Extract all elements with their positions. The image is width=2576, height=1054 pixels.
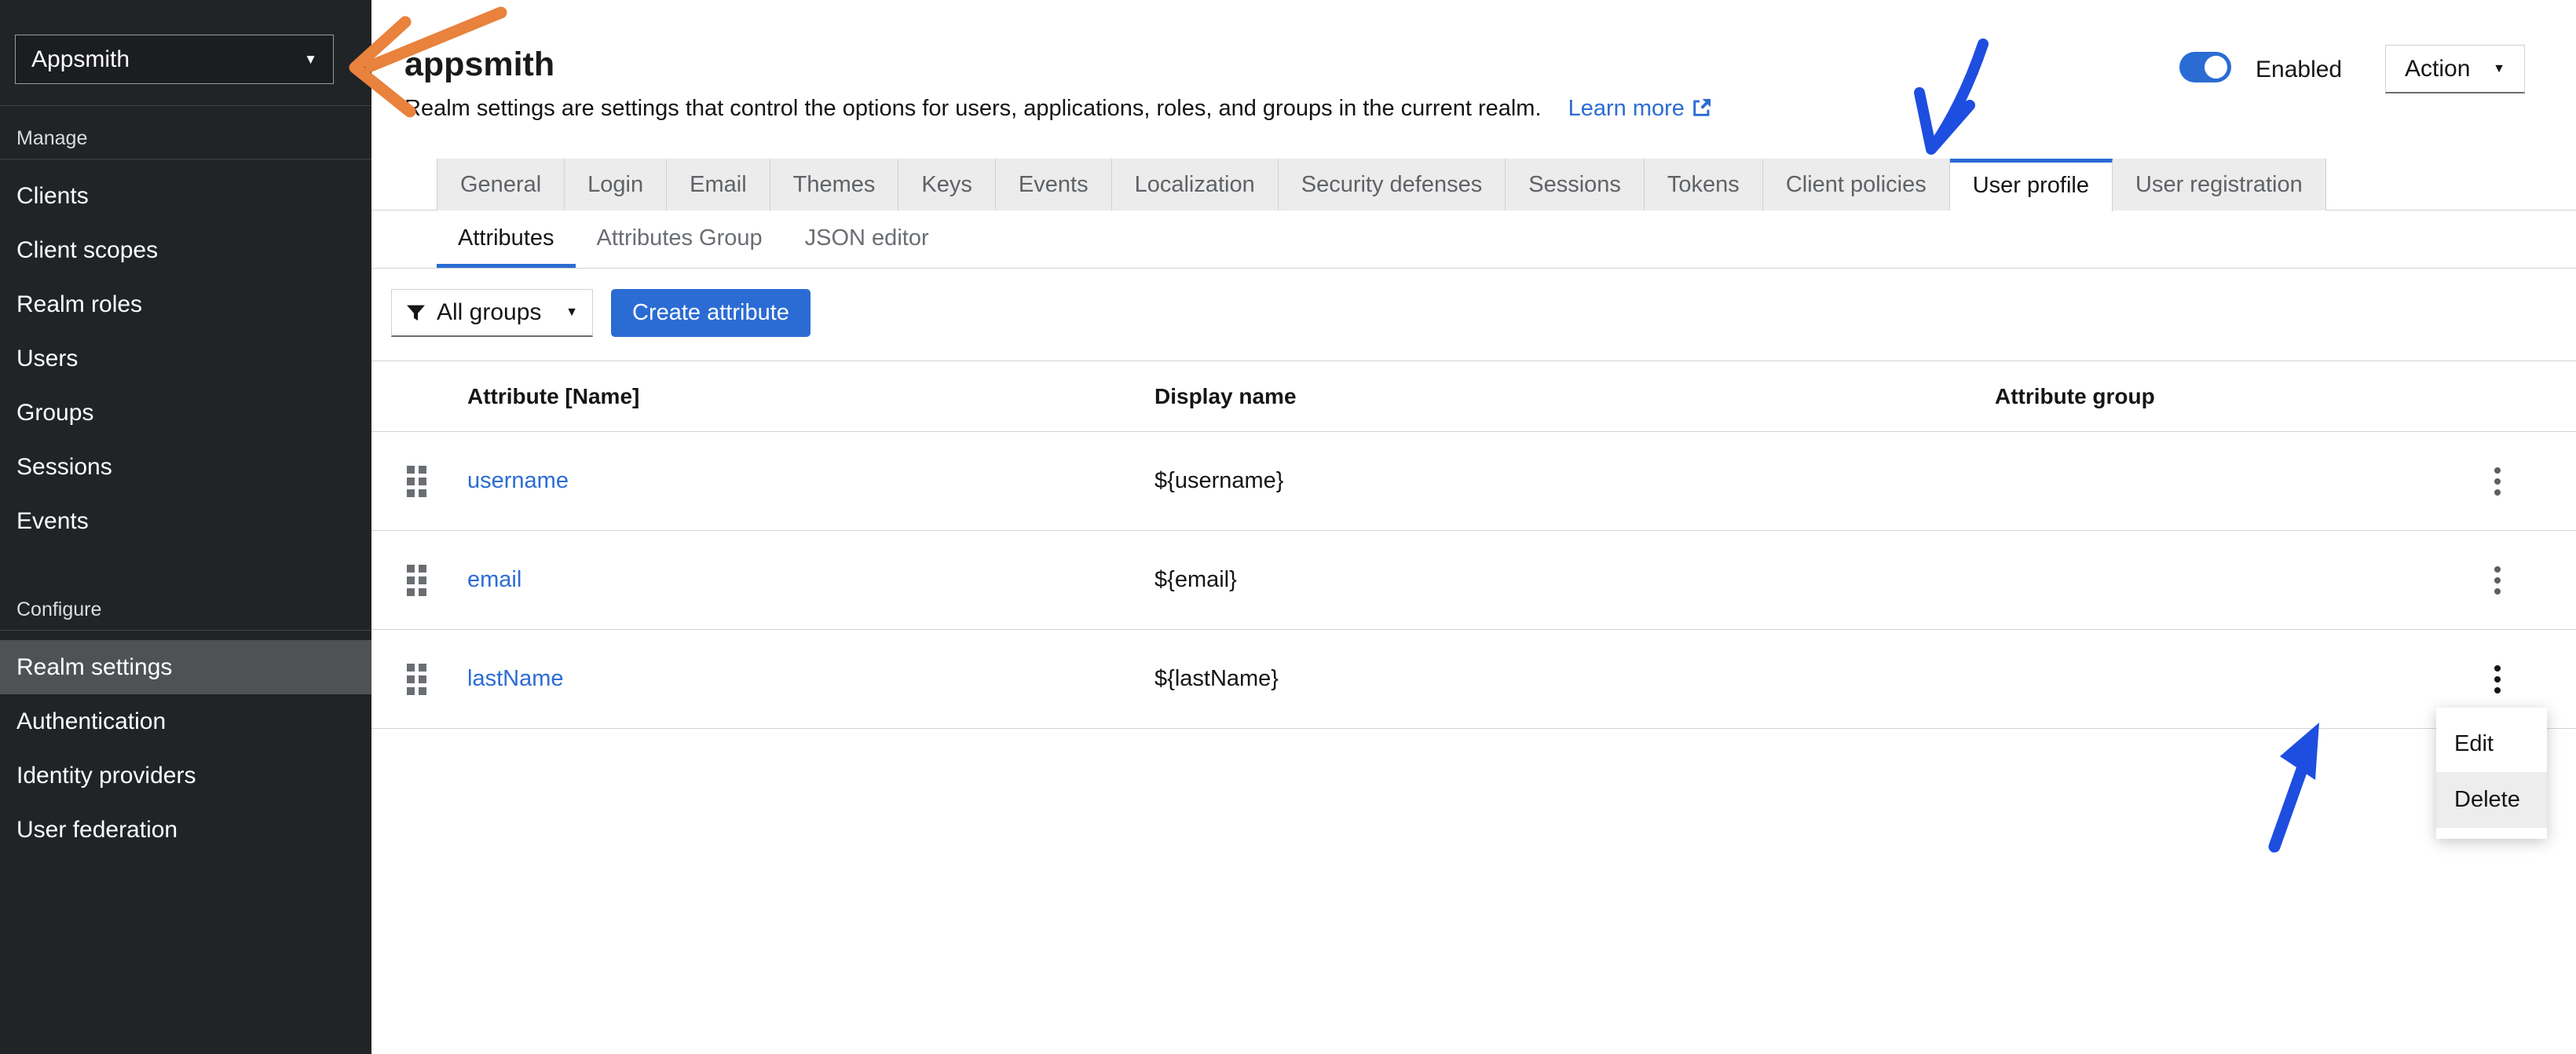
sidebar-item-groups[interactable]: Groups [0,386,371,440]
enabled-toggle[interactable] [2179,52,2231,82]
action-dropdown[interactable]: Action ▼ [2385,45,2525,93]
realm-selector-label: Appsmith [31,46,130,72]
attribute-link-username[interactable]: username [467,468,1154,494]
external-link-icon [1693,99,1711,116]
learn-more-label: Learn more [1568,96,1685,121]
group-filter-dropdown[interactable]: All groups ▼ [391,289,593,337]
tab-keys[interactable]: Keys [898,159,996,210]
main-content: appsmith Realm settings are settings tha… [371,0,2576,1054]
context-menu-item-edit[interactable]: Edit [2436,716,2547,772]
sidebar-item-identity-providers[interactable]: Identity providers [0,748,371,803]
attributes-table-header: Attribute [Name] Display name Attribute … [371,360,2576,432]
tab-events[interactable]: Events [995,159,1112,210]
sidebar-item-user-federation[interactable]: User federation [0,803,371,857]
create-attribute-button[interactable]: Create attribute [611,289,810,337]
sidebar-item-realm-settings[interactable]: Realm settings [0,640,371,694]
sidebar-item-authentication[interactable]: Authentication [0,694,371,748]
realm-description: Realm settings are settings that control… [404,96,1712,122]
tab-login[interactable]: Login [565,159,668,210]
nav-section-manage: Manage Clients Client scopes Realm roles… [0,118,371,548]
sidebar-item-client-scopes[interactable]: Client scopes [0,223,371,277]
tab-security-defenses[interactable]: Security defenses [1278,159,1506,210]
tab-general[interactable]: General [437,159,565,210]
toggle-knob [2205,56,2227,79]
group-filter-value: All groups [437,299,542,325]
sidebar-item-events[interactable]: Events [0,494,371,548]
nav-section-title: Manage [16,127,88,149]
tab-tokens[interactable]: Tokens [1644,159,1763,210]
sidebar-divider [0,105,371,106]
tab-localization[interactable]: Localization [1111,159,1279,210]
realm-settings-tabs: General Login Email Themes Keys Events L… [437,159,2326,212]
display-name-cell: ${lastName} [1154,666,1279,691]
display-name-cell: ${email} [1154,567,1237,592]
tab-themes[interactable]: Themes [770,159,899,210]
table-row-email: email ${email} [371,531,2576,630]
tab-user-profile[interactable]: User profile [1949,159,2113,212]
display-name-cell: ${username} [1154,468,1284,493]
action-dropdown-label: Action [2405,55,2471,82]
column-header-attribute-group: Attribute group [1995,383,2155,408]
tab-sessions[interactable]: Sessions [1506,159,1645,210]
attribute-link-lastname[interactable]: lastName [467,666,1154,692]
column-header-display-name: Display name [1154,383,1297,408]
tab-email[interactable]: Email [667,159,770,210]
kebab-menu-icon-open[interactable] [2490,661,2505,698]
attribute-link-email[interactable]: email [467,567,1154,593]
drag-handle-icon[interactable] [407,465,426,497]
sidebar: Appsmith ▼ Manage Clients Client scopes … [0,0,371,1054]
realm-description-text: Realm settings are settings that control… [404,96,1542,121]
row-context-menu: Edit Delete [2436,708,2547,839]
subtab-attributes-group[interactable]: Attributes Group [576,210,784,268]
drag-handle-icon[interactable] [407,663,426,695]
realm-selector-dropdown[interactable]: Appsmith ▼ [15,35,334,84]
chevron-down-icon: ▼ [2493,61,2505,75]
tab-user-registration[interactable]: User registration [2113,159,2326,210]
context-menu-item-delete[interactable]: Delete [2436,772,2547,828]
chevron-down-icon: ▼ [304,51,317,67]
nav-section-title: Configure [16,598,102,620]
drag-handle-icon[interactable] [407,564,426,596]
filter-icon [407,305,425,320]
sidebar-item-clients[interactable]: Clients [0,169,371,223]
column-header-attribute-name: Attribute [Name] [467,383,640,408]
chevron-down-icon: ▼ [565,306,578,319]
sidebar-item-sessions[interactable]: Sessions [0,440,371,494]
subtabs-bottom-border [371,268,2576,269]
subtab-attributes[interactable]: Attributes [437,210,576,268]
kebab-menu-icon[interactable] [2490,562,2505,599]
tab-client-policies[interactable]: Client policies [1762,159,1950,210]
subtab-json-editor[interactable]: JSON editor [784,210,950,268]
table-row-username: username ${username} [371,432,2576,531]
enabled-label: Enabled [2256,57,2343,82]
nav-section-configure: Configure Realm settings Authentication … [0,589,371,857]
table-row-lastname: lastName ${lastName} [371,630,2576,729]
sidebar-item-realm-roles[interactable]: Realm roles [0,277,371,331]
user-profile-subtabs: Attributes Attributes Group JSON editor [437,210,950,268]
kebab-menu-icon[interactable] [2490,463,2505,500]
page-title: appsmith [404,46,555,83]
learn-more-link[interactable]: Learn more [1568,96,1712,121]
attributes-table: Attribute [Name] Display name Attribute … [371,360,2576,729]
sidebar-item-users[interactable]: Users [0,331,371,386]
